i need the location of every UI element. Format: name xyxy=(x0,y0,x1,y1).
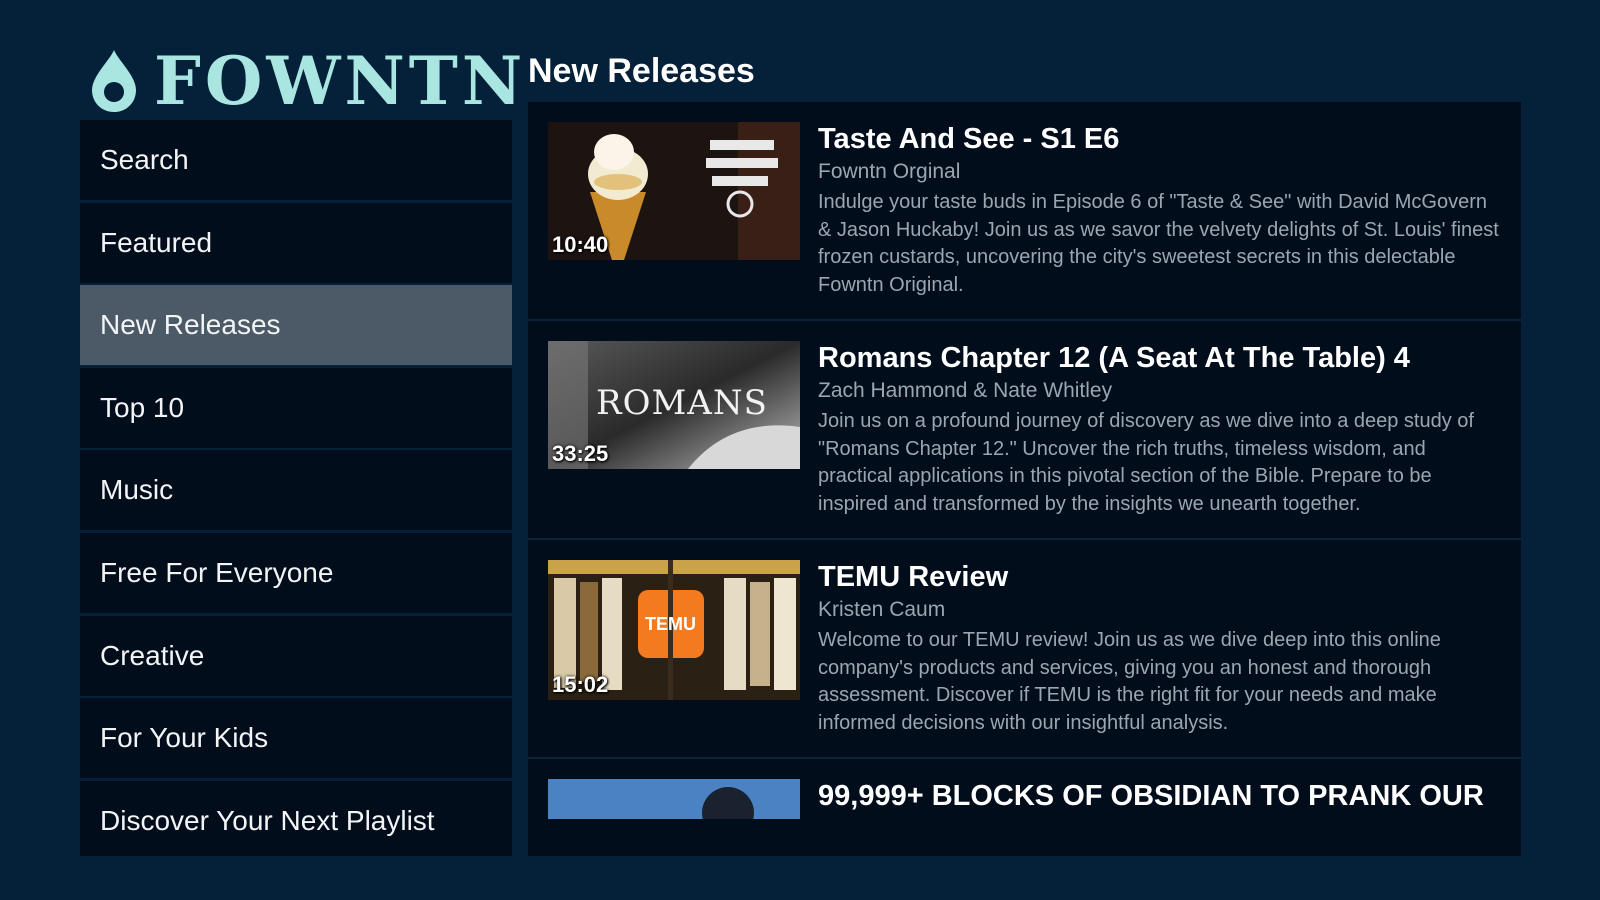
video-thumbnail xyxy=(548,779,800,819)
video-author: Kristen Caum xyxy=(818,598,946,621)
sidebar-item-free-for-everyone[interactable]: Free For Everyone xyxy=(80,532,512,613)
video-duration: 33:25 xyxy=(552,441,609,466)
video-row[interactable]: 10:40 Taste And See - S1 E6 Fowntn Orgin… xyxy=(528,102,1521,321)
sidebar-nav: Search Featured New Releases Top 10 Musi… xyxy=(80,120,512,856)
video-description: Indulge your taste buds in Episode 6 of … xyxy=(818,191,1499,296)
video-thumbnail: ROMANS 33:25 xyxy=(548,341,800,469)
video-duration: 10:40 xyxy=(552,232,609,257)
thumbnail-caption: TEMU xyxy=(645,614,696,634)
app-root: FOWNTN Search Featured New Releases Top … xyxy=(0,0,1600,900)
sidebar-item-featured[interactable]: Featured xyxy=(80,202,512,283)
video-description: Join us on a profound journey of discove… xyxy=(818,410,1474,515)
video-author: Zach Hammond & Nate Whitley xyxy=(818,379,1113,402)
video-title: TEMU Review xyxy=(818,561,1009,593)
sidebar-item-top-10[interactable]: Top 10 xyxy=(80,367,512,448)
video-list: 10:40 Taste And See - S1 E6 Fowntn Orgin… xyxy=(528,102,1521,856)
video-description: Welcome to our TEMU review! Join us as w… xyxy=(818,629,1441,734)
video-title: Romans Chapter 12 (A Seat At The Table) … xyxy=(818,342,1410,374)
droplet-icon xyxy=(86,48,142,114)
video-thumbnail: 10:40 xyxy=(548,122,800,260)
video-row[interactable]: ROMANS 33:25 Romans Chapter 12 (A Seat A… xyxy=(528,321,1521,540)
video-info: Taste And See - S1 E6 Fowntn Orginal Ind… xyxy=(818,122,1501,299)
video-title: 99,999+ BLOCKS OF OBSIDIAN TO PRANK OUR xyxy=(818,780,1484,812)
thumbnail-caption: ROMANS xyxy=(596,383,768,423)
sidebar-item-music[interactable]: Music xyxy=(80,450,512,531)
video-row[interactable]: TEMU 15:02 TEMU Review Kristen Caum Welc… xyxy=(528,540,1521,759)
video-row[interactable]: 99,999+ BLOCKS OF OBSIDIAN TO PRANK OUR xyxy=(528,759,1521,839)
page-title: New Releases xyxy=(528,52,755,90)
sidebar-item-discover-playlist[interactable]: Discover Your Next Playlist xyxy=(80,780,512,856)
video-title: Taste And See - S1 E6 xyxy=(818,123,1120,155)
video-thumbnail: TEMU 15:02 xyxy=(548,560,800,700)
sidebar-item-creative[interactable]: Creative xyxy=(80,615,512,696)
video-info: TEMU Review Kristen Caum Welcome to our … xyxy=(818,560,1501,737)
brand-name: FOWNTN xyxy=(154,42,527,120)
brand-logo: FOWNTN xyxy=(86,46,526,116)
sidebar-item-search[interactable]: Search xyxy=(80,120,512,200)
sidebar-item-for-your-kids[interactable]: For Your Kids xyxy=(80,698,512,779)
video-author: Fowntn Orginal xyxy=(818,160,961,183)
video-info: 99,999+ BLOCKS OF OBSIDIAN TO PRANK OUR xyxy=(818,779,1501,819)
video-duration: 15:02 xyxy=(552,672,609,697)
sidebar-item-new-releases[interactable]: New Releases xyxy=(80,285,512,366)
video-info: Romans Chapter 12 (A Seat At The Table) … xyxy=(818,341,1501,518)
